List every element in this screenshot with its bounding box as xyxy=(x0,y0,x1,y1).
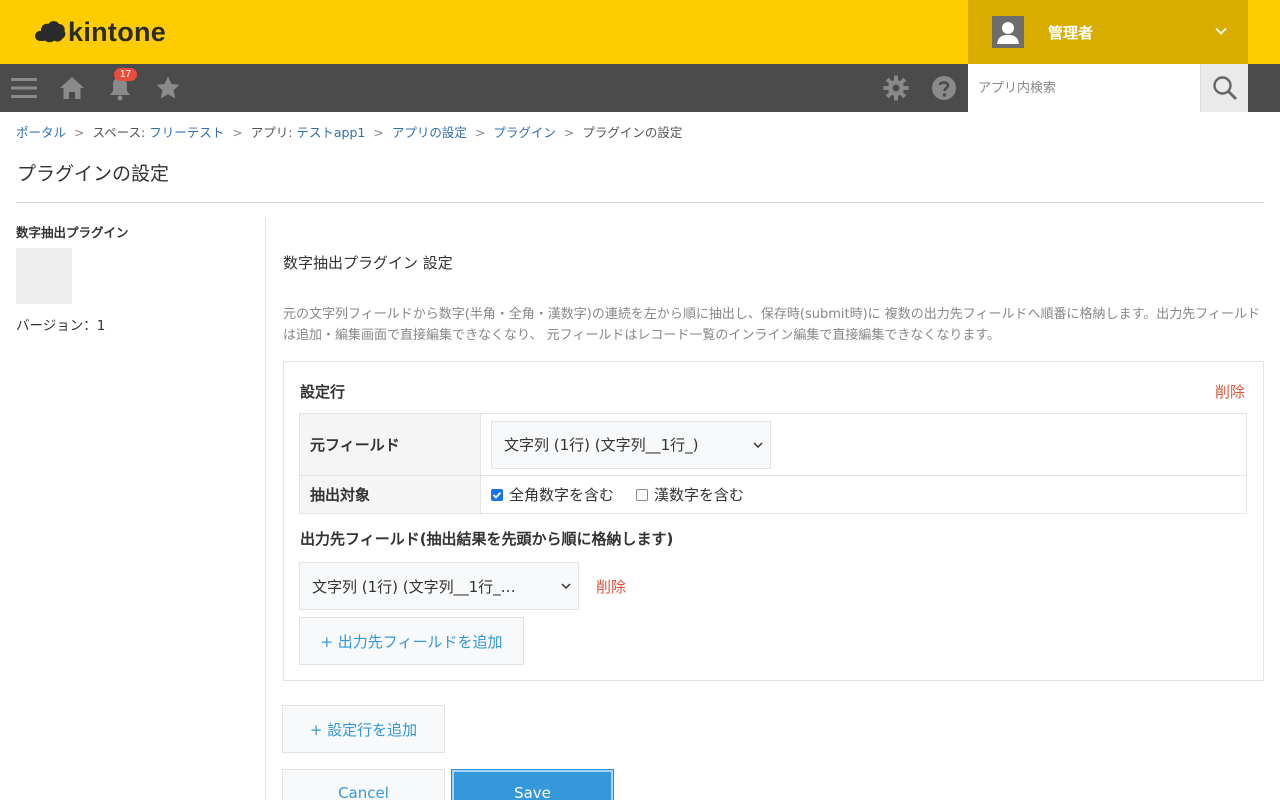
breadcrumb-app-settings-link[interactable]: アプリの設定 xyxy=(392,125,467,140)
home-icon[interactable] xyxy=(48,64,96,112)
app-header: kintone 管理者 xyxy=(0,0,1280,64)
breadcrumb-space-link[interactable]: フリーテスト xyxy=(149,125,224,140)
fullwidth-digits-label: 全角数字を含む xyxy=(509,486,615,504)
breadcrumb-separator: > xyxy=(563,125,575,140)
check-icon xyxy=(492,491,502,499)
user-menu[interactable]: 管理者 xyxy=(968,0,1248,64)
breadcrumb-space-prefix: スペース: xyxy=(92,125,150,140)
source-field-select[interactable]: 文字列 (1行) (文字列__1行_) xyxy=(491,420,771,469)
logo-text: kintone xyxy=(68,16,167,47)
breadcrumb-separator: > xyxy=(74,125,85,140)
extract-target-label: 抽出対象 xyxy=(299,475,481,514)
notification-badge: 17 xyxy=(114,68,137,81)
delete-row-link[interactable]: 削除 xyxy=(1215,381,1245,402)
delete-output-link[interactable]: 削除 xyxy=(596,576,626,597)
breadcrumb-separator: > xyxy=(373,125,384,140)
breadcrumb: ポータル > スペース: フリーテスト > アプリ: テストapp1 > アプリの設定 > プラ… xyxy=(16,122,682,141)
settings-title: 数字抽出プラグイン 設定 xyxy=(283,254,453,272)
page-title: プラグインの設定 xyxy=(17,163,170,185)
plugin-version: バージョン：1 xyxy=(16,318,106,334)
menu-icon[interactable] xyxy=(0,64,48,112)
output-fields-title: 出力先フィールド(抽出結果を先頭から順に格納します) xyxy=(300,530,674,548)
breadcrumb-separator: > xyxy=(232,125,243,140)
search-icon xyxy=(1212,76,1237,100)
add-output-field-button[interactable]: + 出力先フィールドを追加 xyxy=(299,617,524,665)
kanji-digits-label: 漢数字を含む xyxy=(654,486,745,504)
save-button[interactable]: Save xyxy=(451,769,614,800)
chevron-down-icon xyxy=(561,583,571,590)
kanji-digits-checkbox[interactable] xyxy=(636,488,649,501)
chevron-down-icon xyxy=(753,441,763,448)
breadcrumb-current: プラグインの設定 xyxy=(582,125,683,140)
help-icon[interactable] xyxy=(920,64,968,112)
breadcrumb-separator: > xyxy=(474,125,486,140)
source-field-value: 文字列 (1行) (文字列__1行_) xyxy=(504,436,699,454)
breadcrumb-app-link[interactable]: テストapp1 xyxy=(296,125,365,140)
output-field-select[interactable]: 文字列 (1行) (文字列__1行_… xyxy=(299,562,579,610)
plugin-icon xyxy=(16,248,72,304)
cancel-button[interactable]: Cancel xyxy=(282,769,445,800)
breadcrumb-plugins-link[interactable]: プラグイン xyxy=(493,125,556,140)
plugin-description: 元の文字列フィールドから数字(半角・全角・漢数字)の連続を左から順に抽出し、保存… xyxy=(283,307,1260,343)
chevron-down-icon xyxy=(1215,27,1227,35)
search-button[interactable] xyxy=(1200,64,1248,112)
add-setting-row-button[interactable]: + 設定行を追加 xyxy=(282,705,445,753)
kintone-logo[interactable]: kintone xyxy=(34,16,166,48)
source-field-label: 元フィールド xyxy=(299,413,481,476)
gear-icon[interactable] xyxy=(872,64,920,112)
setting-row-table: 元フィールド 文字列 (1行) (文字列__1行_) 抽出対象 全角数字を含む … xyxy=(299,413,1247,514)
user-avatar-icon xyxy=(992,16,1024,48)
setting-row-title: 設定行 xyxy=(300,383,346,401)
breadcrumb-app-prefix: アプリ: xyxy=(250,125,297,140)
fullwidth-digits-checkbox[interactable] xyxy=(491,488,503,501)
vertical-divider xyxy=(265,218,266,800)
app-search-input[interactable] xyxy=(968,64,1200,112)
user-name: 管理者 xyxy=(1048,24,1094,42)
plugin-name: 数字抽出プラグイン xyxy=(16,225,129,240)
cloud-logo-icon xyxy=(35,21,66,43)
star-icon[interactable] xyxy=(144,64,192,112)
output-field-value: 文字列 (1行) (文字列__1行_… xyxy=(312,577,516,596)
breadcrumb-portal-link[interactable]: ポータル xyxy=(16,125,66,140)
divider xyxy=(16,202,1264,203)
